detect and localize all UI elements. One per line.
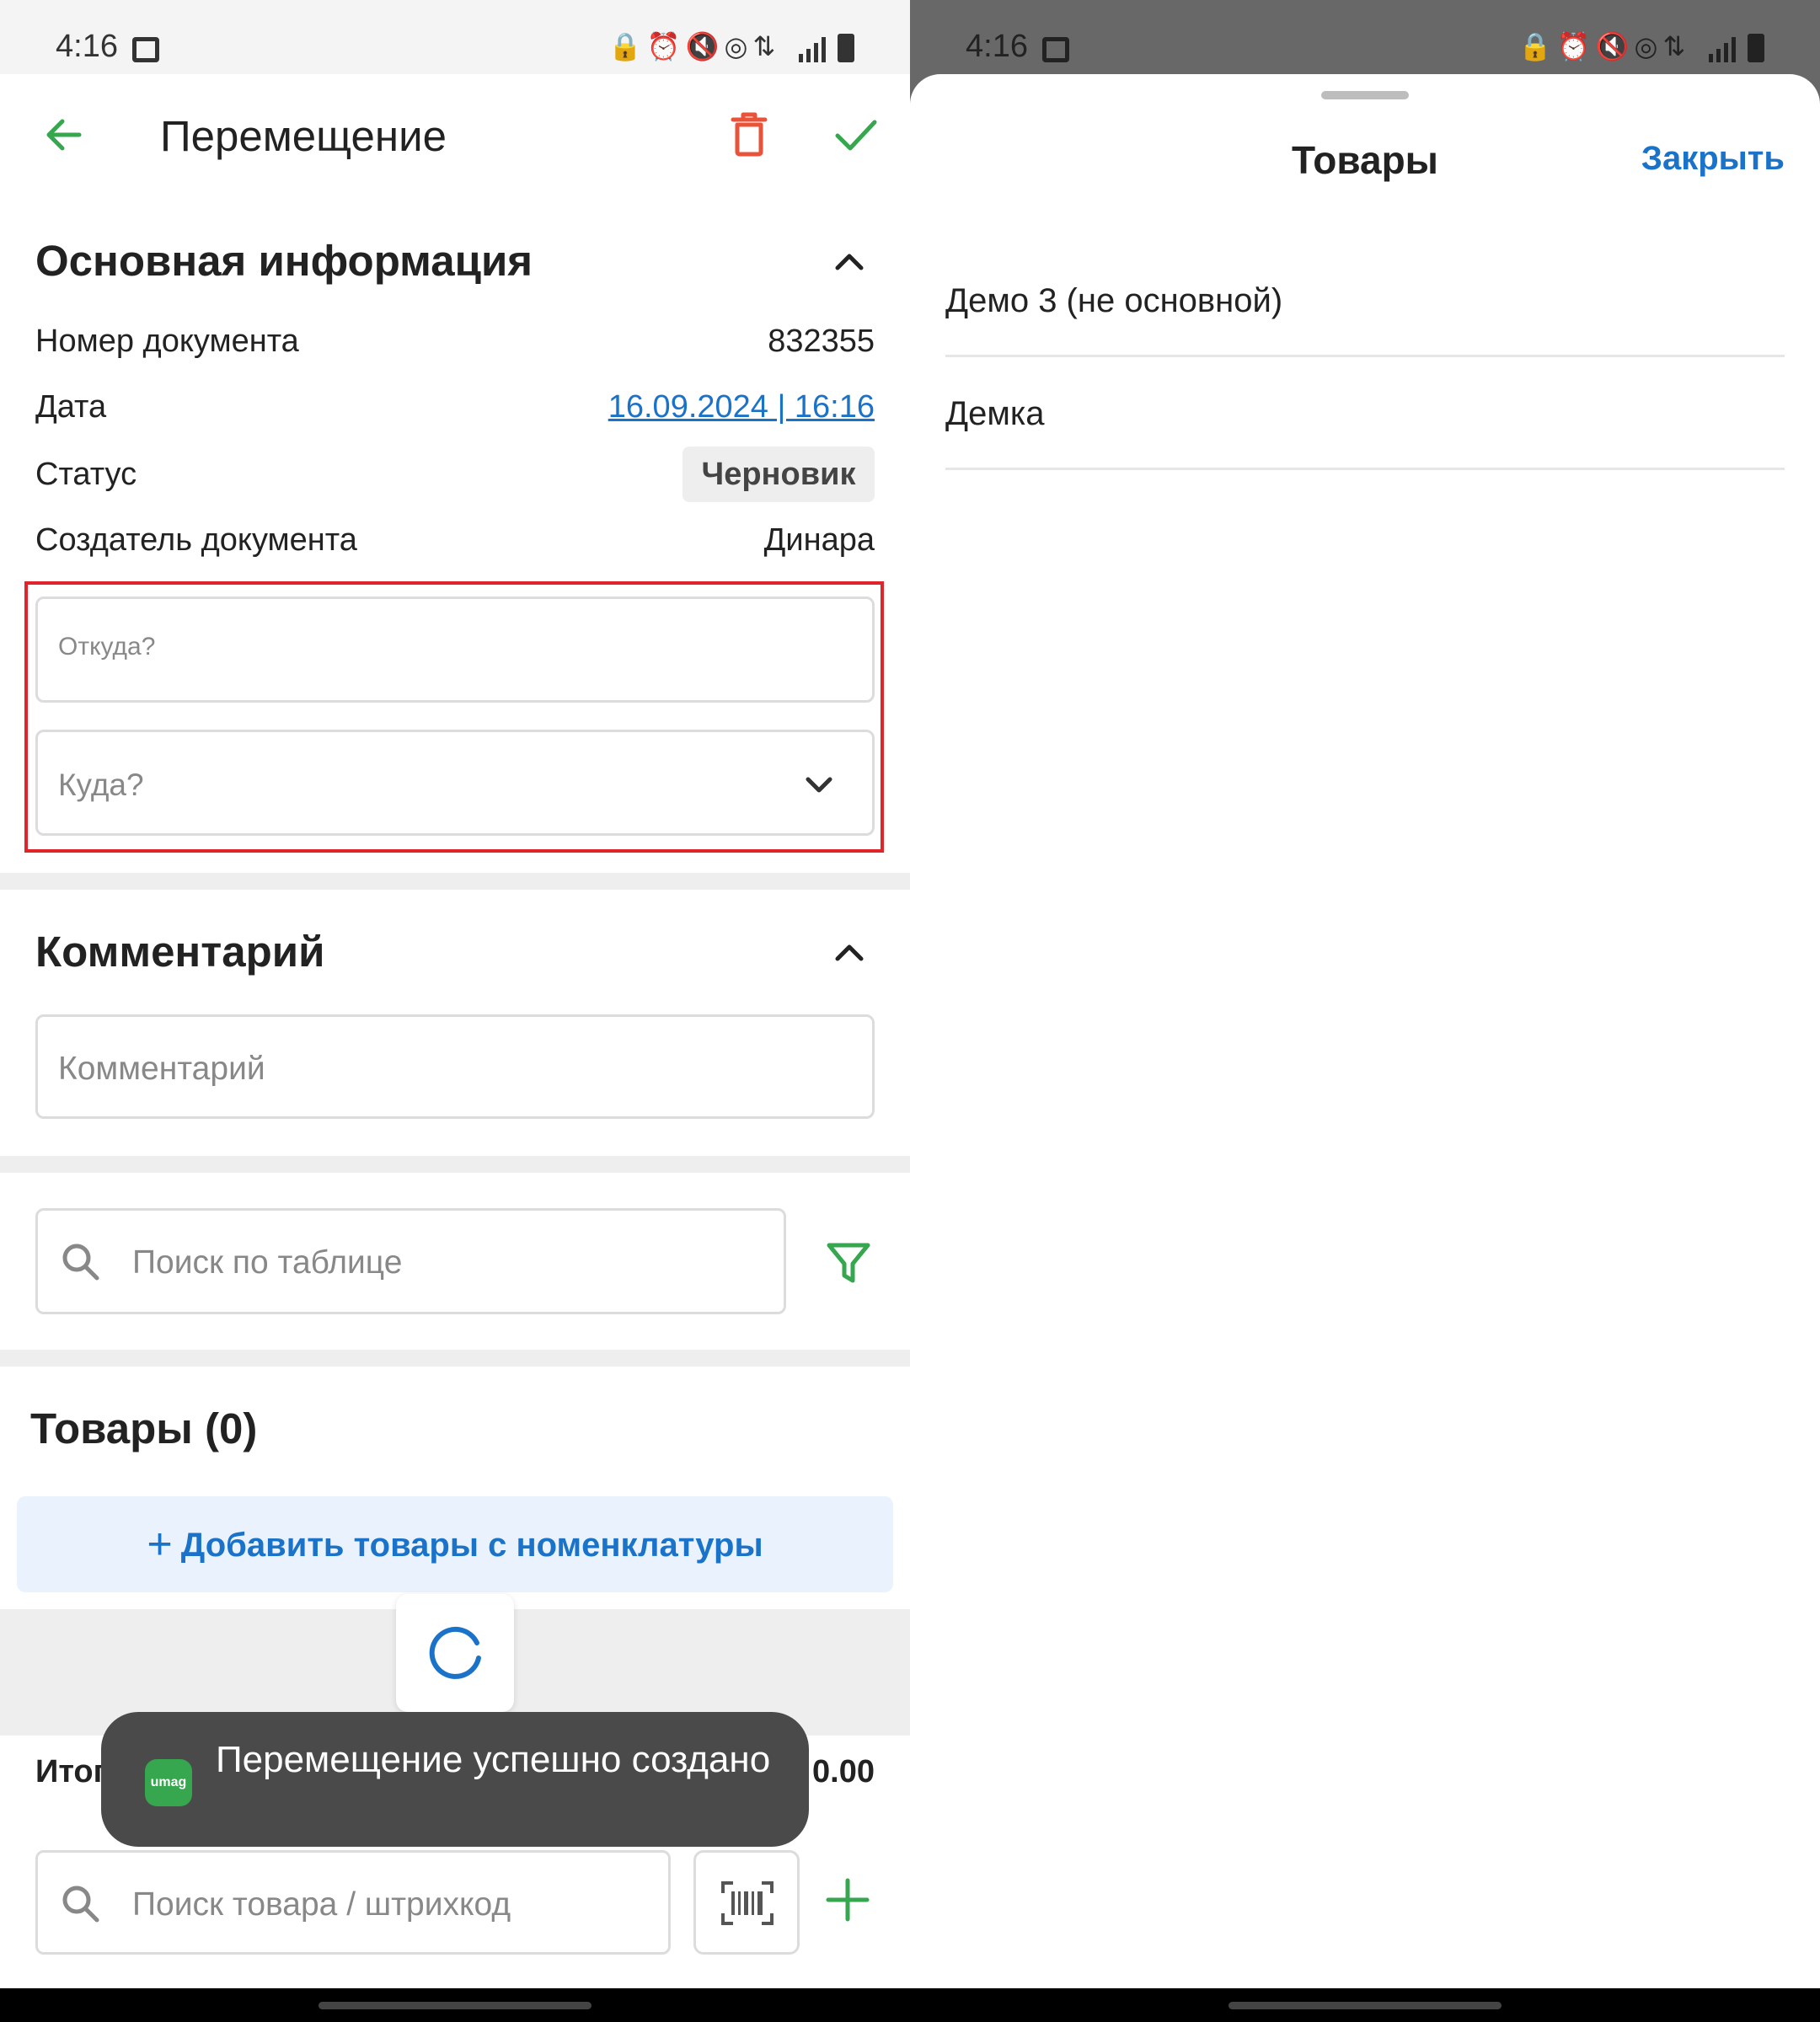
status-badge: Черновик (682, 447, 875, 502)
list-item-label: Демо 3 (не основной) (945, 282, 1283, 319)
toast-message: Перемещение успешно создано (216, 1739, 771, 1780)
add-from-catalog-text: Добавить товары с номенклатуры (180, 1527, 763, 1564)
to-field[interactable]: Куда? (35, 730, 875, 836)
collapse-chevron-icon[interactable] (834, 942, 864, 962)
plus-icon: + (147, 1520, 173, 1569)
section-divider (0, 1156, 910, 1173)
toast-notification: umag Перемещение успешно создано (101, 1712, 809, 1847)
sheet-drag-handle[interactable] (1321, 91, 1409, 99)
date-link[interactable]: 16.09.2024 | 16:16 (608, 389, 875, 425)
status-icons: 🔒⏰🔇◎⇅ (1518, 31, 1691, 62)
filter-icon[interactable] (826, 1242, 871, 1286)
confirm-check-icon[interactable] (834, 114, 878, 156)
page-title: Перемещение (160, 112, 447, 160)
gallery-notification-icon (132, 37, 159, 62)
list-item-label: Демка (945, 395, 1045, 432)
status-icons: 🔒⏰🔇◎⇅ (608, 31, 781, 62)
barcode-scan-button[interactable] (693, 1850, 800, 1955)
search-icon (62, 1886, 99, 1923)
app-logo-icon: umag (145, 1759, 192, 1806)
battery-icon (1748, 34, 1764, 62)
barcode-icon (721, 1881, 774, 1925)
creator-label: Создатель документа (35, 522, 357, 558)
signal-icon (1709, 37, 1736, 62)
section-divider (0, 873, 910, 890)
spinner-icon (429, 1626, 481, 1679)
battery-icon (838, 34, 854, 62)
close-button[interactable]: Закрыть (1641, 140, 1785, 178)
status-time: 4:16 (966, 29, 1028, 64)
product-search-input[interactable]: Поиск товара / штрихкод (35, 1850, 671, 1955)
chevron-down-icon[interactable] (805, 776, 833, 794)
totals-value: 0.00 (812, 1754, 875, 1789)
status-label: Статус (35, 457, 137, 492)
date-label: Дата (35, 389, 107, 425)
left-screen: 4:16 🔒⏰🔇◎⇅ Перемещение Основная информац… (0, 0, 910, 2022)
products-title: Товары (0) (30, 1404, 258, 1452)
status-bar: 4:16 🔒⏰🔇◎⇅ (0, 0, 910, 74)
back-arrow-icon[interactable] (42, 114, 84, 156)
table-search-placeholder: Поиск по таблице (132, 1244, 403, 1281)
comment-input[interactable]: Комментарий (35, 1014, 875, 1119)
doc-number-value: 832355 (768, 324, 875, 359)
right-screen: 4:16 🔒⏰🔇◎⇅ Товары Закрыть Демо 3 (не осн… (910, 0, 1820, 2022)
creator-value: Динара (763, 522, 875, 558)
from-field[interactable]: Откуда? (35, 596, 875, 703)
trash-icon[interactable] (730, 111, 768, 157)
bottom-sheet: Товары Закрыть Демо 3 (не основной) Демк… (910, 74, 1820, 1988)
loading-indicator (396, 1594, 514, 1712)
collapse-chevron-icon[interactable] (834, 251, 864, 271)
add-plus-icon[interactable] (822, 1874, 874, 1926)
main-info-title: Основная информация (35, 237, 533, 285)
add-from-catalog-label: + Добавить товары с номенклатуры (17, 1496, 893, 1592)
doc-number-label: Номер документа (35, 324, 299, 359)
home-gesture-pill[interactable] (1228, 2002, 1502, 2009)
table-search-input[interactable]: Поиск по таблице (35, 1208, 786, 1314)
comment-title: Комментарий (35, 928, 325, 976)
list-item[interactable]: Демка (945, 357, 1785, 470)
search-icon (62, 1244, 99, 1281)
gallery-notification-icon (1042, 37, 1069, 62)
home-gesture-pill[interactable] (318, 2002, 592, 2009)
from-field-label: Откуда? (58, 633, 156, 661)
section-divider (0, 1350, 910, 1367)
list-item[interactable]: Демо 3 (не основной) (945, 244, 1785, 357)
signal-icon (799, 37, 826, 62)
to-field-placeholder: Куда? (58, 768, 144, 802)
status-time: 4:16 (56, 29, 118, 64)
comment-placeholder: Комментарий (58, 1051, 265, 1087)
product-search-placeholder: Поиск товара / штрихкод (132, 1886, 511, 1923)
add-from-catalog-button[interactable]: + Добавить товары с номенклатуры (17, 1496, 893, 1592)
